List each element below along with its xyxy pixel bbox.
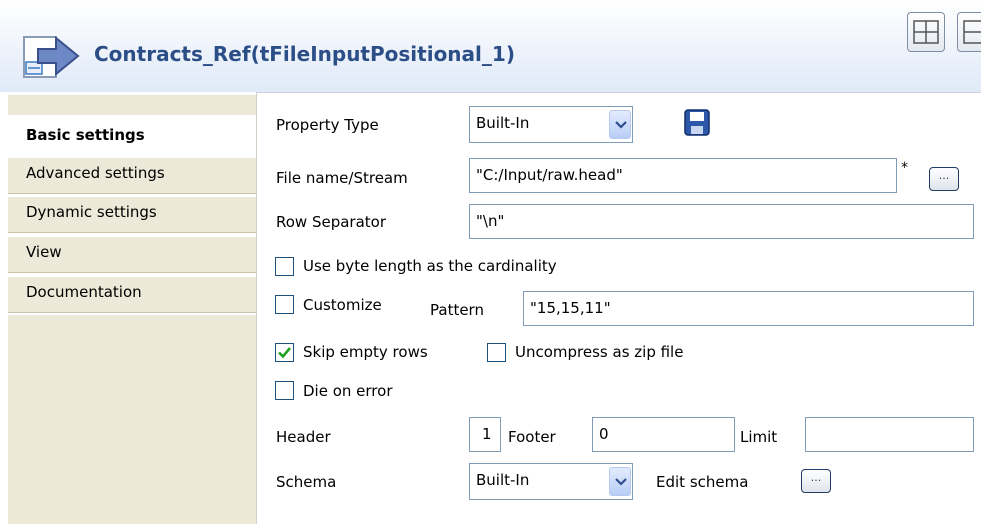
use-byte-length-checkbox[interactable] [275, 257, 294, 276]
file-name-input[interactable]: "C:/Input/raw.head" [469, 158, 897, 193]
pattern-label: Pattern [430, 301, 484, 319]
schema-label: Schema [276, 473, 337, 491]
skip-empty-rows-label: Skip empty rows [303, 343, 428, 361]
tab-documentation[interactable]: Documentation [8, 276, 256, 313]
property-type-label: Property Type [276, 116, 379, 134]
schema-value: Built-In [476, 471, 530, 489]
limit-label: Limit [740, 428, 778, 446]
property-type-select[interactable]: Built-In [469, 106, 633, 143]
browse-file-button[interactable]: ... [929, 167, 959, 191]
sidebar-filler [8, 315, 256, 524]
tab-advanced-settings[interactable]: Advanced settings [8, 157, 256, 194]
settings-sidebar: Basic settings Advanced settings Dynamic… [0, 92, 257, 524]
property-type-value: Built-In [476, 114, 530, 132]
header-label: Header [276, 428, 331, 446]
skip-empty-rows-checkbox[interactable] [275, 343, 294, 362]
file-input-arrow-icon [16, 34, 80, 84]
footer-label: Footer [508, 428, 556, 446]
uncompress-zip-checkbox[interactable] [487, 343, 506, 362]
customize-checkbox[interactable] [275, 295, 294, 314]
edit-schema-button[interactable]: ... [801, 469, 831, 493]
limit-input[interactable] [805, 417, 974, 452]
save-icon[interactable] [684, 109, 710, 136]
check-mark-icon [278, 347, 292, 359]
required-marker: * [901, 160, 908, 176]
uncompress-zip-label: Uncompress as zip file [515, 343, 684, 361]
chevron-down-icon [609, 467, 631, 496]
layout-view-icon[interactable] [907, 12, 945, 52]
file-name-label: File name/Stream [276, 169, 408, 187]
tab-basic-settings[interactable]: Basic settings [8, 115, 256, 157]
pattern-input[interactable]: "15,15,11" [523, 291, 974, 326]
die-on-error-checkbox[interactable] [275, 381, 294, 400]
use-byte-length-label: Use byte length as the cardinality [303, 257, 557, 275]
layout-view-alt-icon[interactable] [957, 12, 981, 52]
tab-view[interactable]: View [8, 236, 256, 273]
component-header: Contracts_Ref(tFileInputPositional_1) [0, 0, 981, 93]
schema-select[interactable]: Built-In [469, 463, 633, 500]
edit-schema-label: Edit schema [656, 473, 749, 491]
row-separator-label: Row Separator [276, 213, 387, 231]
die-on-error-label: Die on error [303, 382, 393, 400]
sidebar-divider [256, 92, 257, 524]
customize-label: Customize [303, 296, 382, 314]
component-title: Contracts_Ref(tFileInputPositional_1) [94, 42, 515, 66]
footer-input[interactable]: 0 [592, 417, 735, 452]
header-input[interactable]: 1 [469, 417, 501, 452]
tab-dynamic-settings[interactable]: Dynamic settings [8, 196, 256, 233]
chevron-down-icon [609, 110, 631, 139]
row-separator-input[interactable]: "\n" [469, 204, 974, 239]
